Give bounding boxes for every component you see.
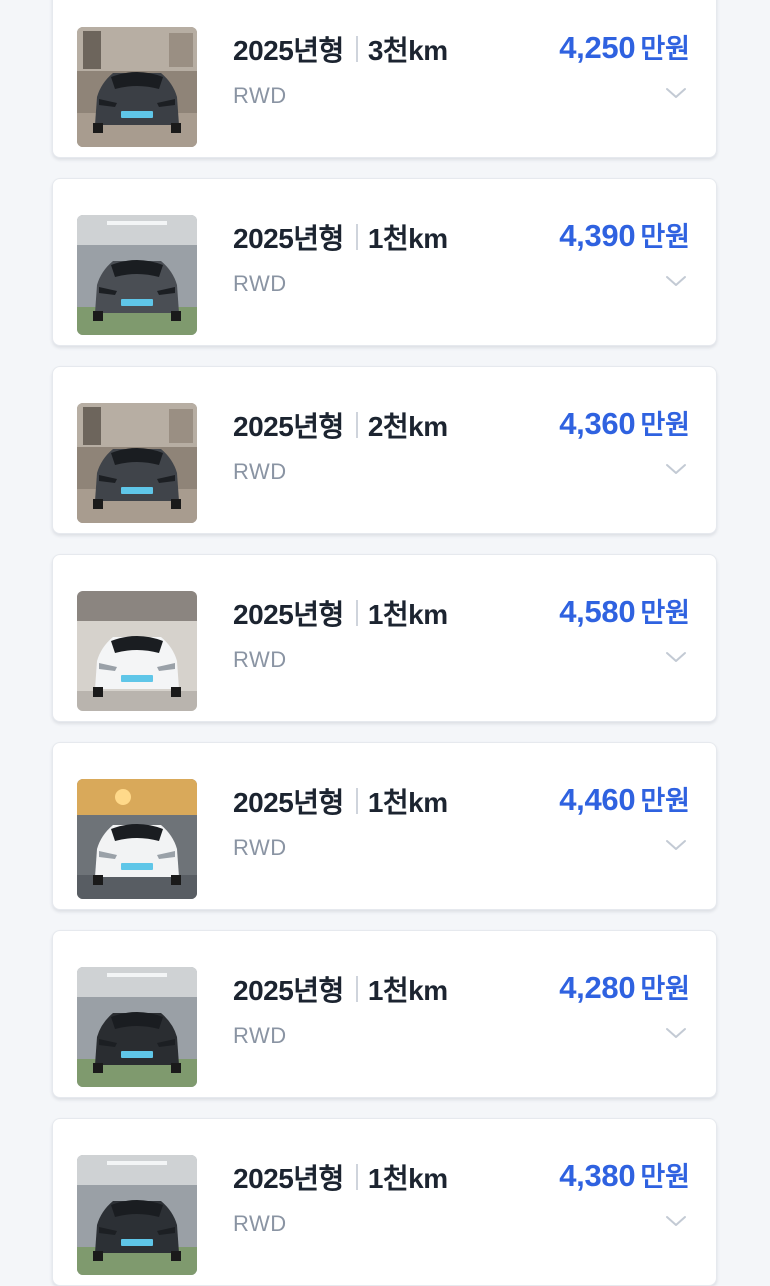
mileage: 2천km <box>367 411 448 442</box>
spec-divider <box>355 412 358 438</box>
price-unit: 만원 <box>640 1162 690 1192</box>
listing-card[interactable]: 2025년형 1천km RWD 4,390 만원 <box>52 178 717 346</box>
model-year: 2025년형 <box>233 787 344 818</box>
trim-label: RWD <box>233 647 287 672</box>
price: 4,580 만원 <box>559 591 690 631</box>
spec-divider <box>355 600 358 626</box>
trim-label: RWD <box>233 459 287 484</box>
listing-card[interactable]: 2025년형 2천km RWD 4,360 만원 <box>52 366 717 534</box>
mileage: 1천km <box>367 599 448 630</box>
mileage: 1천km <box>367 223 448 254</box>
trim-label: RWD <box>233 835 287 860</box>
listing-spec: 2025년형 2천km <box>233 407 448 443</box>
mileage: 1천km <box>367 975 448 1006</box>
trim-label: RWD <box>233 1211 287 1236</box>
trim-label: RWD <box>233 271 287 296</box>
listing-spec: 2025년형 1천km <box>233 1159 448 1195</box>
model-year: 2025년형 <box>233 599 344 630</box>
spec-divider <box>355 36 358 62</box>
chevron-down-icon[interactable] <box>664 1025 688 1041</box>
listing-card[interactable]: 2025년형 3천km RWD 4,250 만원 <box>52 0 717 158</box>
listing-card[interactable]: 2025년형 1천km RWD 4,580 만원 <box>52 554 717 722</box>
price: 4,460 만원 <box>559 779 690 819</box>
price: 4,360 만원 <box>559 403 690 443</box>
model-year: 2025년형 <box>233 223 344 254</box>
car-photo-svg <box>77 403 197 523</box>
chevron-down-icon[interactable] <box>664 1213 688 1229</box>
car-photo-svg <box>77 215 197 335</box>
price: 4,280 만원 <box>559 967 690 1007</box>
listing-spec: 2025년형 3천km <box>233 31 448 67</box>
car-photo-svg <box>77 591 197 711</box>
price-amount: 4,360 <box>559 406 636 441</box>
car-photo-svg <box>77 967 197 1087</box>
trim-label: RWD <box>233 83 287 108</box>
listing-card[interactable]: 2025년형 1천km RWD 4,380 만원 <box>52 1118 717 1286</box>
model-year: 2025년형 <box>233 975 344 1006</box>
price-unit: 만원 <box>640 222 690 252</box>
model-year: 2025년형 <box>233 35 344 66</box>
price-amount: 4,380 <box>559 1158 636 1193</box>
car-thumbnail[interactable] <box>77 967 197 1087</box>
listing-spec: 2025년형 1천km <box>233 783 448 819</box>
chevron-down-icon[interactable] <box>664 649 688 665</box>
trim-label: RWD <box>233 1023 287 1048</box>
car-photo-svg <box>77 1155 197 1275</box>
mileage: 3천km <box>367 35 448 66</box>
price: 4,380 만원 <box>559 1155 690 1195</box>
listing-spec: 2025년형 1천km <box>233 971 448 1007</box>
spec-divider <box>355 1164 358 1190</box>
price-amount: 4,250 <box>559 30 636 65</box>
listing-spec: 2025년형 1천km <box>233 219 448 255</box>
listing-spec: 2025년형 1천km <box>233 595 448 631</box>
car-thumbnail[interactable] <box>77 779 197 899</box>
price-amount: 4,580 <box>559 594 636 629</box>
chevron-down-icon[interactable] <box>664 273 688 289</box>
listing-card[interactable]: 2025년형 1천km RWD 4,280 만원 <box>52 930 717 1098</box>
chevron-down-icon[interactable] <box>664 837 688 853</box>
price: 4,390 만원 <box>559 215 690 255</box>
price-unit: 만원 <box>640 410 690 440</box>
spec-divider <box>355 976 358 1002</box>
car-thumbnail[interactable] <box>77 403 197 523</box>
car-thumbnail[interactable] <box>77 1155 197 1275</box>
car-thumbnail[interactable] <box>77 215 197 335</box>
car-photo-svg <box>77 779 197 899</box>
mileage: 1천km <box>367 787 448 818</box>
chevron-down-icon[interactable] <box>664 85 688 101</box>
price-amount: 4,460 <box>559 782 636 817</box>
price-unit: 만원 <box>640 598 690 628</box>
price-unit: 만원 <box>640 974 690 1004</box>
car-thumbnail[interactable] <box>77 591 197 711</box>
spec-divider <box>355 224 358 250</box>
car-photo-svg <box>77 27 197 147</box>
price-unit: 만원 <box>640 786 690 816</box>
price-amount: 4,280 <box>559 970 636 1005</box>
price: 4,250 만원 <box>559 27 690 67</box>
model-year: 2025년형 <box>233 1163 344 1194</box>
model-year: 2025년형 <box>233 411 344 442</box>
car-thumbnail[interactable] <box>77 27 197 147</box>
spec-divider <box>355 788 358 814</box>
mileage: 1천km <box>367 1163 448 1194</box>
chevron-down-icon[interactable] <box>664 461 688 477</box>
listing-card[interactable]: 2025년형 1천km RWD 4,460 만원 <box>52 742 717 910</box>
price-amount: 4,390 <box>559 218 636 253</box>
price-unit: 만원 <box>640 34 690 64</box>
